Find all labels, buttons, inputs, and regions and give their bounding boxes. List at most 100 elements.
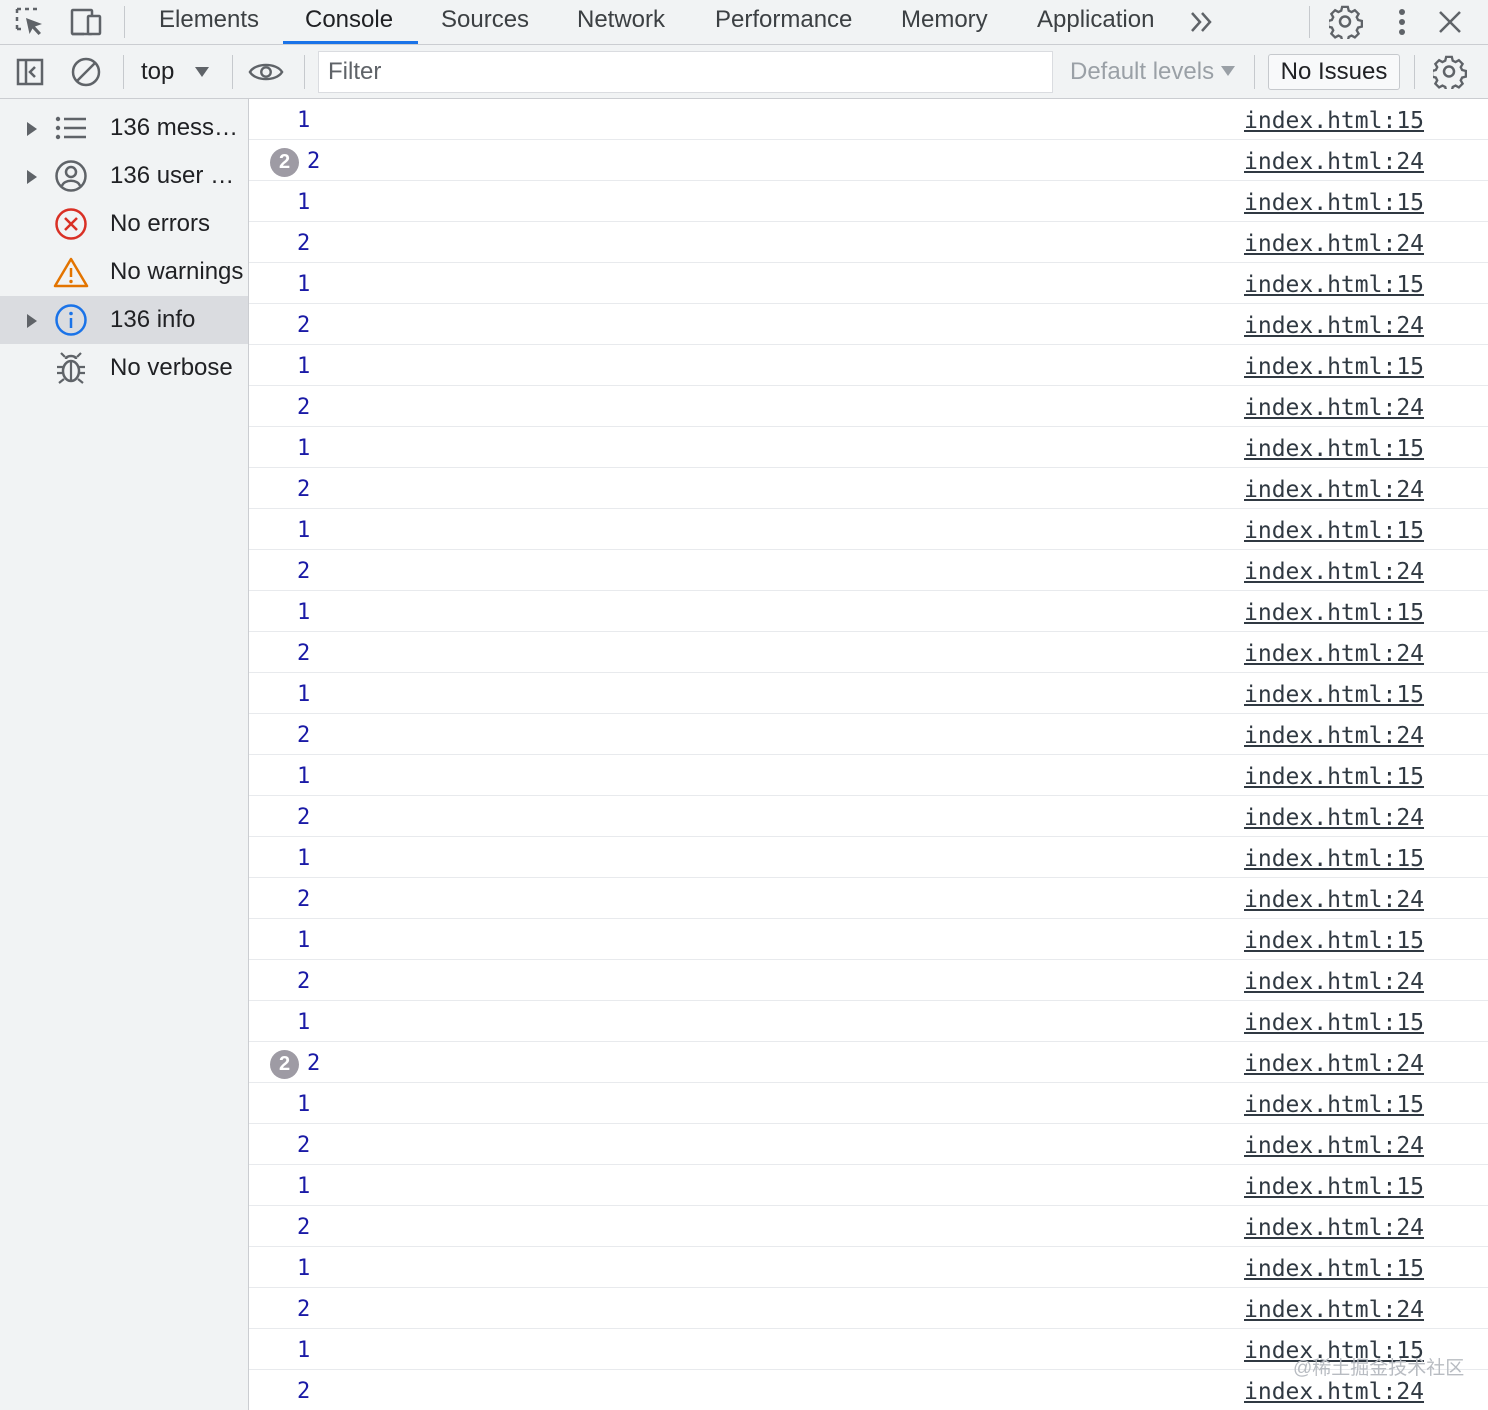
console-message-value: 1 bbox=[297, 108, 311, 133]
clear-console-icon[interactable] bbox=[68, 54, 104, 90]
tab-application[interactable]: Application bbox=[1037, 0, 1154, 44]
console-message-value: 1 bbox=[297, 1174, 311, 1199]
console-message-value: 1 bbox=[297, 190, 311, 215]
console-message-row: 2 index.html:24 bbox=[249, 1288, 1488, 1329]
sidebar-item-user-messages[interactable]: 136 user … bbox=[0, 152, 248, 200]
chevron-down-icon bbox=[1221, 66, 1235, 76]
source-link[interactable]: index.html:24 bbox=[1244, 714, 1424, 758]
source-link[interactable]: index.html:24 bbox=[1244, 1288, 1424, 1332]
tab-sources[interactable]: Sources bbox=[441, 0, 529, 44]
sidebar-item-messages[interactable]: 136 mess… bbox=[0, 104, 248, 152]
console-messages: 1 index.html:15 2 2 index.html:24 1 index.html… bbox=[249, 99, 1488, 1410]
console-message-row: 1 index.html:15 bbox=[249, 591, 1488, 632]
filter-input[interactable] bbox=[318, 51, 1053, 93]
console-message-row: 1 index.html:15 bbox=[249, 1165, 1488, 1206]
sidebar-toggle-icon[interactable] bbox=[12, 54, 48, 90]
source-link[interactable]: index.html:24 bbox=[1244, 632, 1424, 676]
console-message-row: 2 2 index.html:24 bbox=[249, 140, 1488, 181]
source-link[interactable]: index.html:15 bbox=[1244, 1247, 1424, 1291]
tab-elements[interactable]: Elements bbox=[159, 0, 259, 44]
source-link[interactable]: index.html:24 bbox=[1244, 304, 1424, 348]
sidebar-item-info[interactable]: 136 info bbox=[0, 296, 248, 344]
source-link[interactable]: index.html:24 bbox=[1244, 878, 1424, 922]
console-message-value: 2 bbox=[297, 231, 311, 256]
chevron-double-right-icon[interactable] bbox=[1184, 4, 1220, 40]
warning-icon bbox=[52, 254, 90, 290]
tab-console[interactable]: Console bbox=[305, 0, 393, 44]
source-link[interactable]: index.html:24 bbox=[1244, 550, 1424, 594]
source-link[interactable]: index.html:15 bbox=[1244, 837, 1424, 881]
eye-icon[interactable] bbox=[248, 54, 284, 90]
console-message-row: 2 index.html:24 bbox=[249, 468, 1488, 509]
source-link[interactable]: index.html:15 bbox=[1244, 1083, 1424, 1127]
source-link[interactable]: index.html:15 bbox=[1244, 1165, 1424, 1209]
source-link[interactable]: index.html:15 bbox=[1244, 99, 1424, 143]
source-link[interactable]: index.html:24 bbox=[1244, 140, 1424, 184]
log-levels-dropdown[interactable]: Default levels bbox=[1070, 55, 1214, 89]
error-icon bbox=[52, 206, 90, 242]
tab-network[interactable]: Network bbox=[577, 0, 665, 44]
device-toolbar-icon[interactable] bbox=[68, 4, 104, 40]
console-message-row: 1 index.html:15 bbox=[249, 1083, 1488, 1124]
repeat-count-badge: 2 bbox=[270, 1050, 299, 1079]
sidebar-item-warnings[interactable]: No warnings bbox=[0, 248, 248, 296]
console-message-value: 2 bbox=[297, 887, 311, 912]
console-message-row: 1 index.html:15 bbox=[249, 427, 1488, 468]
console-toolbar: top Default levels No Issues bbox=[0, 45, 1488, 99]
source-link[interactable]: index.html:15 bbox=[1244, 673, 1424, 717]
sidebar-item-label: 136 user … bbox=[110, 162, 235, 189]
source-link[interactable]: index.html:24 bbox=[1244, 1124, 1424, 1168]
expand-triangle-icon[interactable] bbox=[27, 122, 37, 136]
source-link[interactable]: index.html:24 bbox=[1244, 1206, 1424, 1250]
source-link[interactable]: index.html:24 bbox=[1244, 468, 1424, 512]
expand-triangle-icon[interactable] bbox=[27, 170, 37, 184]
console-settings-gear-icon[interactable] bbox=[1432, 54, 1468, 90]
source-link[interactable]: index.html:15 bbox=[1244, 345, 1424, 389]
source-link[interactable]: index.html:15 bbox=[1244, 263, 1424, 307]
expand-triangle-icon[interactable] bbox=[27, 314, 37, 328]
issues-button[interactable]: No Issues bbox=[1268, 54, 1400, 90]
console-message-value: 2 bbox=[297, 1297, 311, 1322]
inspect-element-icon[interactable] bbox=[12, 4, 48, 40]
console-message-value: 1 bbox=[297, 354, 311, 379]
console-message-value: 1 bbox=[297, 600, 311, 625]
console-message-row: 2 index.html:24 bbox=[249, 1206, 1488, 1247]
tab-performance[interactable]: Performance bbox=[715, 0, 852, 44]
console-message-value: 1 bbox=[297, 1338, 311, 1363]
source-link[interactable]: index.html:24 bbox=[1244, 222, 1424, 266]
sidebar-item-errors[interactable]: No errors bbox=[0, 200, 248, 248]
user-icon bbox=[52, 158, 90, 194]
console-message-row: 2 2 index.html:24 bbox=[249, 1042, 1488, 1083]
console-message-row: 1 index.html:15 bbox=[249, 509, 1488, 550]
source-link[interactable]: index.html:15 bbox=[1244, 919, 1424, 963]
console-message-row: 1 index.html:15 bbox=[249, 181, 1488, 222]
sidebar-item-label: No warnings bbox=[110, 258, 244, 285]
gear-icon[interactable] bbox=[1328, 4, 1364, 40]
console-message-row: 1 index.html:15 bbox=[249, 837, 1488, 878]
source-link[interactable]: index.html:15 bbox=[1244, 1001, 1424, 1045]
close-icon[interactable] bbox=[1432, 4, 1468, 40]
console-message-value: 2 bbox=[297, 1379, 311, 1404]
sidebar-item-label: 136 info bbox=[110, 306, 196, 333]
source-link[interactable]: index.html:24 bbox=[1244, 1042, 1424, 1086]
sidebar-item-verbose[interactable]: No verbose bbox=[0, 344, 248, 392]
console-message-value: 1 bbox=[297, 928, 311, 953]
source-link[interactable]: index.html:15 bbox=[1244, 427, 1424, 471]
console-message-row: 2 index.html:24 bbox=[249, 796, 1488, 837]
context-selector[interactable]: top bbox=[141, 55, 174, 89]
console-message-value: 1 bbox=[297, 846, 311, 871]
kebab-menu-icon[interactable] bbox=[1384, 4, 1420, 40]
tab-memory[interactable]: Memory bbox=[901, 0, 988, 44]
source-link[interactable]: index.html:24 bbox=[1244, 796, 1424, 840]
source-link[interactable]: index.html:15 bbox=[1244, 755, 1424, 799]
source-link[interactable]: index.html:24 bbox=[1244, 960, 1424, 1004]
source-link[interactable]: index.html:15 bbox=[1244, 509, 1424, 553]
source-link[interactable]: index.html:24 bbox=[1244, 386, 1424, 430]
console-message-row: 1 index.html:15 bbox=[249, 1001, 1488, 1042]
source-link[interactable]: index.html:15 bbox=[1244, 591, 1424, 635]
console-message-value: 2 bbox=[297, 559, 311, 584]
source-link[interactable]: index.html:15 bbox=[1244, 181, 1424, 225]
console-message-row: 2 index.html:24 bbox=[249, 960, 1488, 1001]
console-message-value: 1 bbox=[297, 436, 311, 461]
repeat-count-badge: 2 bbox=[270, 148, 299, 177]
